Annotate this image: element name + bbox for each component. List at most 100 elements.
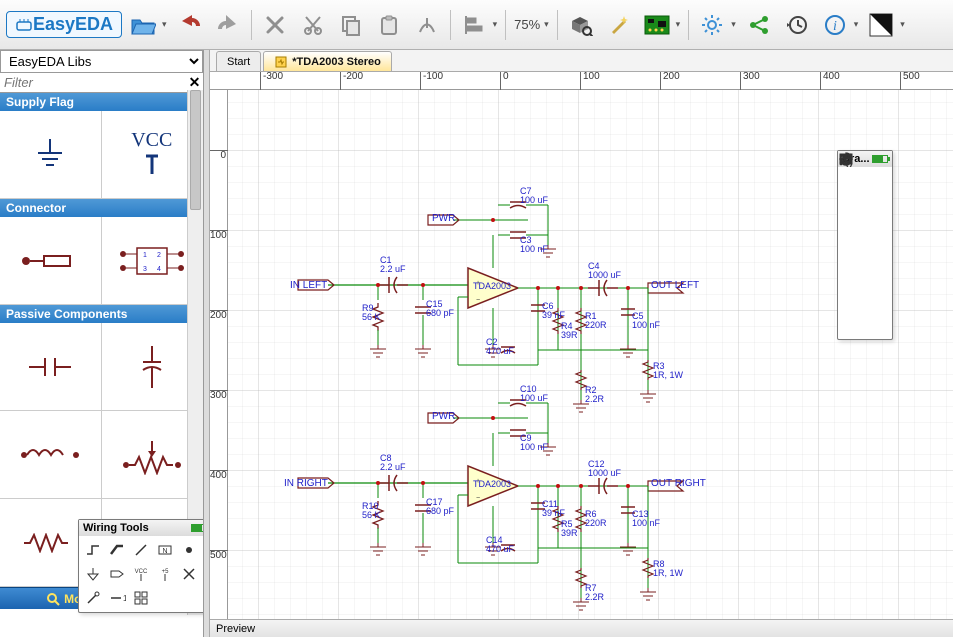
theme-button[interactable] (864, 8, 898, 42)
netlabel-tool[interactable]: N (153, 538, 177, 562)
arc-tool[interactable] (840, 193, 864, 217)
net-outleft: OUT LEFT (651, 280, 699, 291)
polygon-tool[interactable] (864, 241, 888, 265)
category-header[interactable]: Passive Components (0, 305, 203, 323)
history-button[interactable] (780, 8, 814, 42)
scrollbar-thumb[interactable] (190, 90, 201, 210)
info-button[interactable]: i (818, 8, 852, 42)
drawing-tools-panel: Dra... T (837, 150, 893, 340)
pin-tool[interactable]: 1 (105, 586, 129, 610)
undo-button[interactable] (173, 8, 207, 42)
svg-text:4: 4 (157, 266, 161, 273)
schematic-canvas[interactable]: + − (228, 90, 953, 619)
wiring-tools-titlebar[interactable]: Wiring Tools (79, 520, 204, 536)
svg-text:1: 1 (123, 594, 126, 603)
netflag-5v-tool[interactable]: +5 (153, 562, 177, 586)
svg-text:i: i (833, 19, 837, 34)
copy-button[interactable] (334, 8, 368, 42)
c17-label: C17 680 pF (426, 498, 454, 516)
symbol-cap-nonpolar[interactable] (0, 323, 102, 411)
pie-tool[interactable] (864, 265, 888, 289)
symbol-inductor[interactable] (0, 411, 102, 499)
library-filter-input[interactable] (0, 73, 186, 92)
tab-active-label: *TDA2003 Stereo (292, 56, 381, 68)
open-folder-button[interactable] (126, 8, 160, 42)
c13-label: C13 100 nF (632, 510, 660, 528)
bus-tool[interactable] (105, 538, 129, 562)
svg-text:2: 2 (157, 252, 161, 259)
cross-probe-button[interactable] (410, 8, 444, 42)
symbol-connector-1[interactable] (0, 217, 102, 305)
net-inright: IN RIGHT (284, 478, 328, 489)
settings-button[interactable] (695, 8, 729, 42)
info-dropdown-icon[interactable]: ▾ (854, 19, 859, 30)
align-dropdown-icon[interactable]: ▾ (493, 19, 498, 30)
category-header[interactable]: Connector (0, 199, 203, 217)
c11-label: C11 39 nF (542, 500, 565, 518)
image-tool[interactable] (840, 289, 864, 313)
c7-label: C7 100 uF (520, 187, 548, 205)
origin-tool[interactable] (840, 313, 864, 337)
battery-icon (872, 155, 888, 163)
r4-label: R4 39R (561, 322, 578, 340)
u2-label: TDA2003 (473, 480, 511, 489)
library-select[interactable]: EasyEDA Libs (0, 50, 203, 73)
tab-start-label: Start (227, 56, 250, 68)
wire-tool[interactable] (81, 538, 105, 562)
zoom-dropdown-icon[interactable]: ▾ (544, 19, 549, 30)
bezier-tool[interactable] (864, 169, 888, 193)
probe-tool[interactable] (81, 586, 105, 610)
net-pwr: PWR (432, 411, 455, 422)
align-button[interactable] (457, 8, 491, 42)
delete-button[interactable] (258, 8, 292, 42)
redo-button[interactable] (211, 8, 245, 42)
table-tool[interactable] (864, 313, 888, 337)
line-tool[interactable] (840, 169, 864, 193)
r3-label: R3 1R, 1W (653, 362, 683, 380)
theme-dropdown-icon[interactable]: ▾ (900, 19, 905, 30)
netport-tool[interactable] (105, 562, 129, 586)
r7-label: R7 2.2R (585, 584, 604, 602)
netflag-gnd-tool[interactable] (81, 562, 105, 586)
net-inleft: IN LEFT (290, 280, 327, 291)
preview-bar[interactable]: Preview (210, 619, 953, 637)
tab-start[interactable]: Start (216, 51, 261, 71)
c8-label: C8 2.2 uF (380, 454, 406, 472)
netflag-vcc-tool[interactable]: VCC (129, 562, 153, 586)
text-tool[interactable]: T (840, 217, 864, 241)
paste-button[interactable] (372, 8, 406, 42)
pcb-dropdown-icon[interactable]: ▾ (676, 19, 681, 30)
settings-dropdown-icon[interactable]: ▾ (731, 19, 736, 30)
document-tabs: Start *TDA2003 Stereo (210, 50, 953, 72)
ruler-horizontal: -300-200-1000100200300400500 (210, 72, 953, 90)
open-dropdown-icon[interactable]: ▾ (162, 19, 167, 30)
freehand-tool[interactable] (864, 217, 888, 241)
r6-label: R6 220R (585, 510, 607, 528)
ruler-tick: 200 (660, 72, 680, 90)
r5-label: R5 39R (561, 520, 578, 538)
arrow-tool[interactable] (864, 193, 888, 217)
pcb-button[interactable] (640, 8, 674, 42)
share-button[interactable] (742, 8, 776, 42)
wizard-button[interactable] (602, 8, 636, 42)
noconnect-tool[interactable] (177, 562, 201, 586)
junction-tool[interactable] (177, 538, 201, 562)
tab-active[interactable]: *TDA2003 Stereo (263, 51, 392, 71)
group-tool[interactable] (129, 586, 153, 610)
ruler-tick: -100 (420, 72, 443, 90)
symbol-gnd[interactable] (0, 111, 102, 199)
svg-text:3: 3 (143, 266, 147, 273)
app-logo[interactable]: EasyEDA (6, 11, 122, 38)
bus-entry-tool[interactable] (129, 538, 153, 562)
ruler-tick: 100 (580, 72, 600, 90)
package-search-button[interactable] (564, 8, 598, 42)
c15-label: C15 680 pF (426, 300, 454, 318)
filter-clear-icon[interactable]: ✕ (186, 74, 203, 92)
rect-tool[interactable] (840, 241, 864, 265)
category-header[interactable]: Supply Flag (0, 93, 203, 111)
ellipse-tool[interactable] (840, 265, 864, 289)
cut-button[interactable] (296, 8, 330, 42)
ruler-tick: 0 (500, 72, 509, 90)
library-panel: EasyEDA Libs ✕ Supply Flag VCC Connector (0, 50, 204, 637)
pan-tool[interactable] (864, 289, 888, 313)
